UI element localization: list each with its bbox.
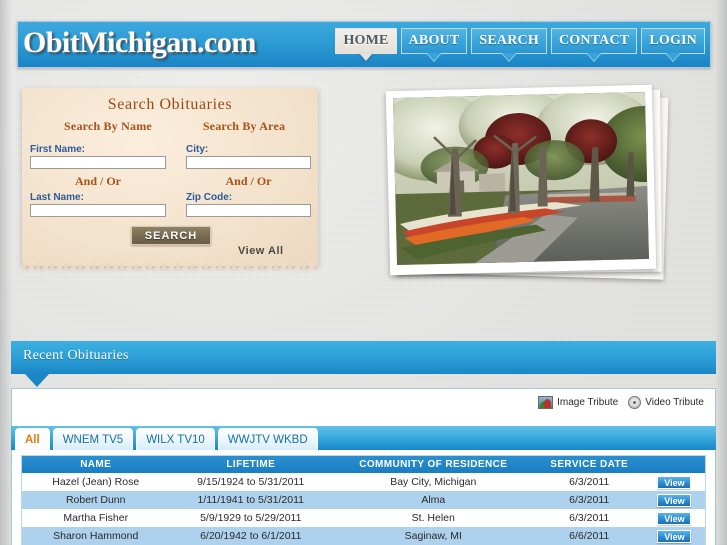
last-name-label: Last Name: xyxy=(30,192,84,203)
and-or-area: And / Or xyxy=(225,174,272,188)
cell-name[interactable]: Hazel (Jean) Rose xyxy=(22,473,169,491)
main-navigation: HOME ABOUT SEARCH CONTACT LOGIN xyxy=(335,28,705,54)
cell-actions: View xyxy=(644,527,705,545)
video-tribute-icon xyxy=(628,396,642,409)
first-name-label: First Name: xyxy=(30,144,86,155)
nav-item-contact[interactable]: CONTACT xyxy=(550,28,638,54)
tab-all[interactable]: All xyxy=(15,428,50,450)
column-header-lifetime: LIFETIME xyxy=(169,456,333,473)
column-header-actions xyxy=(643,456,705,473)
zip-code-input[interactable] xyxy=(186,204,311,217)
search-panel-title: Search Obituaries xyxy=(107,96,233,113)
nav-item-login[interactable]: LOGIN xyxy=(641,28,705,54)
image-tribute-label: Image Tribute xyxy=(557,397,619,408)
station-tab-strip: All WNEM TV5 WILX TV10 WWJTV WKBD xyxy=(11,426,716,450)
cell-actions: View xyxy=(644,509,705,527)
image-tribute-legend[interactable]: Image Tribute xyxy=(538,396,618,409)
view-button[interactable]: View xyxy=(657,511,692,525)
tab-wwjtv-wkbd[interactable]: WWJTV WKBD xyxy=(217,428,318,450)
cell-service-date: 6/3/2011 xyxy=(569,476,610,488)
table-row[interactable]: Sharon Hammond 6/20/1942 to 6/1/2011 Sag… xyxy=(22,527,705,545)
tab-wilx-tv10[interactable]: WILX TV10 xyxy=(136,428,215,450)
cell-service-date: 6/3/2011 xyxy=(569,494,610,506)
cell-community: Bay City, Michigan xyxy=(390,476,477,488)
nav-item-about[interactable]: ABOUT xyxy=(400,28,468,54)
city-input[interactable] xyxy=(186,156,311,169)
city-label: City: xyxy=(186,144,209,155)
site-header: ObitMichigan.com HOME ABOUT SEARCH CONTA… xyxy=(17,21,711,68)
cell-lifetime: 6/20/1942 to 6/1/2011 xyxy=(200,530,302,542)
first-name-input[interactable] xyxy=(30,156,166,169)
search-by-area-heading: Search By Area xyxy=(202,119,286,133)
site-logo[interactable]: ObitMichigan.com xyxy=(23,26,256,60)
cell-lifetime: 5/9/1929 to 5/29/2011 xyxy=(200,512,302,524)
cell-name[interactable]: Robert Dunn xyxy=(22,491,169,509)
station-tabs: All WNEM TV5 WILX TV10 WWJTV WKBD xyxy=(15,428,318,450)
image-tribute-icon xyxy=(538,396,554,409)
table-row[interactable]: Robert Dunn 1/11/1941 to 5/31/2011 Alma … xyxy=(22,491,705,509)
search-button[interactable]: SEARCH xyxy=(131,226,211,245)
table-body: Hazel (Jean) Rose 9/15/1924 to 5/31/2011… xyxy=(22,473,705,545)
view-button[interactable]: View xyxy=(657,529,692,543)
column-header-community: COMMUNITY OF RESIDENCE xyxy=(332,456,535,473)
view-all-link[interactable]: View All xyxy=(238,245,284,257)
cell-service-date: 6/6/2011 xyxy=(569,530,610,542)
tribute-legend: Image Tribute Video Tribute xyxy=(538,396,704,409)
search-by-name-heading: Search By Name xyxy=(64,119,152,133)
cell-actions: View xyxy=(644,473,705,491)
obituaries-table: NAME LIFETIME COMMUNITY OF RESIDENCE SER… xyxy=(22,456,705,545)
cell-service-date: 6/3/2011 xyxy=(569,512,610,524)
recent-obituaries-banner: Recent Obituaries xyxy=(11,341,716,374)
video-tribute-label: Video Tribute xyxy=(645,397,704,408)
and-or-name: And / Or xyxy=(74,174,121,188)
view-button[interactable]: View xyxy=(657,493,692,507)
recent-obituaries-title: Recent Obituaries xyxy=(23,348,129,363)
cell-community: Alma xyxy=(421,494,446,506)
cell-community: Saginaw, MI xyxy=(404,530,462,542)
tab-wnem-tv5[interactable]: WNEM TV5 xyxy=(52,428,134,450)
hero-photo-collage xyxy=(385,84,671,283)
cell-name[interactable]: Martha Fisher xyxy=(22,509,169,527)
table-row[interactable]: Hazel (Jean) Rose 9/15/1924 to 5/31/2011… xyxy=(22,473,705,491)
banner-pointer xyxy=(25,374,49,387)
cell-lifetime: 9/15/1924 to 5/31/2011 xyxy=(197,476,305,488)
table-header-row: NAME LIFETIME COMMUNITY OF RESIDENCE SER… xyxy=(22,456,705,473)
spring-street-photo xyxy=(392,91,649,266)
nav-item-search[interactable]: SEARCH xyxy=(471,28,547,54)
cell-actions: View xyxy=(644,491,705,509)
photo-front-frame xyxy=(385,84,657,276)
last-name-input[interactable] xyxy=(30,204,166,217)
cell-name[interactable]: Sharon Hammond xyxy=(22,527,169,545)
zip-code-label: Zip Code: xyxy=(186,192,233,203)
nav-item-home[interactable]: HOME xyxy=(335,28,397,54)
obituaries-table-container: NAME LIFETIME COMMUNITY OF RESIDENCE SER… xyxy=(21,455,706,545)
cell-community: St. Helen xyxy=(411,512,455,524)
page-content: ObitMichigan.com HOME ABOUT SEARCH CONTA… xyxy=(0,0,727,545)
column-header-name: NAME xyxy=(22,456,170,473)
column-header-service-date: SERVICE DATE xyxy=(534,456,644,473)
video-tribute-legend[interactable]: Video Tribute xyxy=(628,396,704,409)
table-row[interactable]: Martha Fisher 5/9/1929 to 5/29/2011 St. … xyxy=(22,509,705,527)
cell-lifetime: 1/11/1941 to 5/31/2011 xyxy=(197,494,304,506)
view-button[interactable]: View xyxy=(657,475,692,489)
table-header: NAME LIFETIME COMMUNITY OF RESIDENCE SER… xyxy=(22,456,705,473)
